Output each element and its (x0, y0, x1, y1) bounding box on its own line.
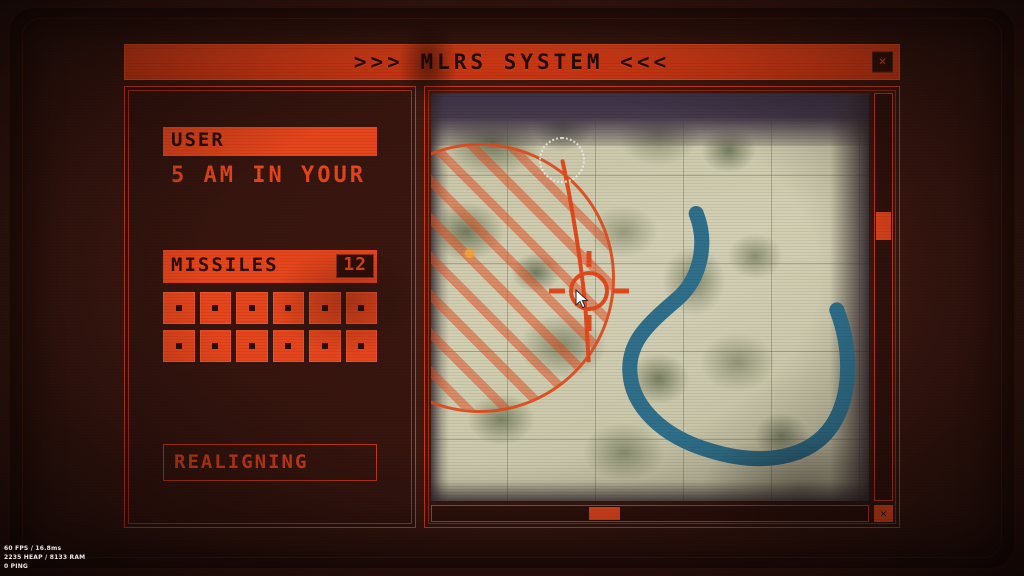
horizontal-scrollbar-thumb[interactable] (588, 507, 621, 520)
launcher-marker[interactable] (465, 249, 474, 258)
missile-slot-pip (358, 342, 365, 349)
horizontal-scrollbar[interactable] (431, 505, 869, 522)
window-body: USER 5 AM IN YOUR MISSILES 12 REALIGNING (124, 86, 900, 528)
firing-range-zone (431, 143, 615, 413)
missile-slot-pip (212, 304, 219, 311)
mlrs-system-window: >>> MLRS SYSTEM <<< × USER 5 AM IN YOUR … (124, 44, 900, 528)
debug-hud: 60 FPS / 16.8ms 2235 HEAP / 8133 RAM 0 P… (4, 544, 85, 571)
missile-slot[interactable] (309, 329, 341, 362)
missile-slot-pip (321, 304, 328, 311)
missile-slot-pip (358, 304, 365, 311)
missile-slot[interactable] (163, 291, 195, 324)
impact-point[interactable] (539, 137, 585, 183)
missile-slot[interactable] (272, 291, 304, 324)
debug-ping: 0 PING (4, 563, 29, 570)
scrollbar-corner-close-icon[interactable]: × (874, 505, 893, 522)
missile-slot[interactable] (345, 329, 377, 362)
missile-slot-pip (285, 342, 292, 349)
missile-slot[interactable] (199, 329, 231, 362)
window-titlebar: >>> MLRS SYSTEM <<< × (124, 44, 900, 80)
user-value: 5 AM IN YOUR (171, 162, 366, 188)
status-box: REALIGNING (163, 444, 377, 481)
missile-slot-pip (175, 304, 182, 311)
missile-slot-pip (212, 342, 219, 349)
missile-slot[interactable] (163, 329, 195, 362)
vertical-scrollbar[interactable] (874, 93, 893, 501)
close-icon[interactable]: × (872, 51, 893, 73)
missile-slot-pip (248, 342, 255, 349)
debug-fps: 60 FPS / 16.8ms (4, 545, 62, 552)
control-panel: USER 5 AM IN YOUR MISSILES 12 REALIGNING (124, 86, 416, 528)
missiles-header: MISSILES 12 (163, 249, 377, 283)
missiles-header-label: MISSILES (171, 253, 279, 276)
missile-slot[interactable] (199, 291, 231, 324)
missiles-block: MISSILES 12 (163, 249, 377, 362)
map-panel: × (424, 86, 900, 528)
map-viewport[interactable] (431, 93, 869, 501)
debug-memory: 2235 HEAP / 8133 RAM (4, 554, 86, 561)
missile-slot-pip (248, 304, 255, 311)
status-text: REALIGNING (174, 451, 309, 473)
missile-slot-pip (175, 342, 182, 349)
missile-slot-pip (321, 342, 328, 349)
missile-slot[interactable] (236, 329, 268, 362)
missile-slot[interactable] (309, 291, 341, 324)
missile-slot[interactable] (272, 329, 304, 362)
range-hatch-fill (431, 146, 612, 410)
user-header: USER (163, 127, 377, 156)
vertical-scrollbar-thumb[interactable] (876, 211, 891, 241)
missile-slot[interactable] (236, 291, 268, 324)
missile-slot[interactable] (345, 291, 377, 324)
control-panel-content: USER 5 AM IN YOUR MISSILES 12 REALIGNING (135, 97, 405, 517)
game-screen: >>> MLRS SYSTEM <<< × USER 5 AM IN YOUR … (0, 0, 1024, 576)
missile-slot-grid (163, 291, 377, 362)
window-title: >>> MLRS SYSTEM <<< (353, 50, 671, 74)
missiles-count-badge: 12 (336, 253, 374, 278)
user-header-label: USER (171, 129, 225, 151)
missile-slot-pip (285, 304, 292, 311)
